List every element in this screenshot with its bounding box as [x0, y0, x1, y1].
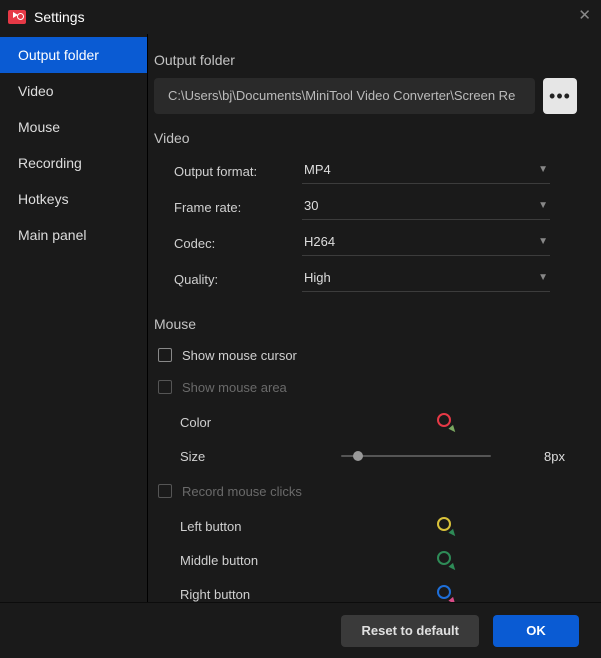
- row-output-format: Output format: MP4 ▼: [174, 156, 577, 186]
- sidebar-item-hotkeys[interactable]: Hotkeys: [0, 181, 147, 217]
- value-quality: High: [304, 270, 331, 285]
- size-value: 8px: [515, 449, 565, 464]
- row-middle-button: Middle button: [180, 548, 577, 572]
- left-button-cursor-icon[interactable]: [437, 517, 455, 535]
- row-record-clicks: Record mouse clicks: [158, 478, 577, 504]
- chevron-down-icon: ▼: [538, 272, 548, 283]
- value-codec: H264: [304, 234, 335, 249]
- label-quality: Quality:: [174, 272, 302, 287]
- sidebar-item-main-panel[interactable]: Main panel: [0, 217, 147, 253]
- select-output-format[interactable]: MP4 ▼: [302, 158, 550, 184]
- right-button-cursor-icon[interactable]: [437, 585, 455, 602]
- label-record-clicks: Record mouse clicks: [182, 484, 302, 499]
- value-frame-rate: 30: [304, 198, 318, 213]
- window-title: Settings: [34, 9, 85, 25]
- sidebar-item-mouse[interactable]: Mouse: [0, 109, 147, 145]
- checkbox-show-area[interactable]: [158, 380, 172, 394]
- row-show-area: Show mouse area: [158, 374, 577, 400]
- sidebar: Output folder Video Mouse Recording Hotk…: [0, 34, 147, 602]
- row-left-button: Left button: [180, 514, 577, 538]
- checkbox-show-cursor[interactable]: [158, 348, 172, 362]
- label-show-cursor: Show mouse cursor: [182, 348, 297, 363]
- section-output-folder: Output folder: [154, 52, 577, 68]
- label-output-format: Output format:: [174, 164, 302, 179]
- content-panel: Output folder C:\Users\bj\Documents\Mini…: [147, 34, 601, 602]
- label-codec: Codec:: [174, 236, 302, 251]
- sidebar-item-video[interactable]: Video: [0, 73, 147, 109]
- row-color: Color: [180, 410, 577, 434]
- ellipsis-icon: •••: [549, 86, 571, 107]
- titlebar: Settings ✕: [0, 0, 601, 34]
- close-icon[interactable]: ✕: [578, 8, 591, 23]
- row-size: Size 8px: [180, 444, 577, 468]
- section-mouse: Mouse: [154, 316, 577, 332]
- select-quality[interactable]: High ▼: [302, 266, 550, 292]
- middle-button-cursor-icon[interactable]: [437, 551, 455, 569]
- size-slider-thumb[interactable]: [353, 451, 363, 461]
- row-right-button: Right button: [180, 582, 577, 602]
- row-codec: Codec: H264 ▼: [174, 228, 577, 258]
- label-size: Size: [180, 449, 326, 464]
- label-color: Color: [180, 415, 326, 430]
- label-frame-rate: Frame rate:: [174, 200, 302, 215]
- output-path-row: C:\Users\bj\Documents\MiniTool Video Con…: [154, 78, 577, 114]
- value-output-format: MP4: [304, 162, 331, 177]
- chevron-down-icon: ▼: [538, 236, 548, 247]
- reset-button[interactable]: Reset to default: [341, 615, 479, 647]
- chevron-down-icon: ▼: [538, 200, 548, 211]
- label-left-button: Left button: [180, 519, 326, 534]
- size-slider[interactable]: [341, 455, 491, 457]
- color-cursor-icon[interactable]: [437, 413, 455, 431]
- label-show-area: Show mouse area: [182, 380, 287, 395]
- sidebar-item-output-folder[interactable]: Output folder: [0, 37, 147, 73]
- row-frame-rate: Frame rate: 30 ▼: [174, 192, 577, 222]
- browse-button[interactable]: •••: [543, 78, 577, 114]
- label-middle-button: Middle button: [180, 553, 326, 568]
- label-right-button: Right button: [180, 587, 326, 602]
- select-frame-rate[interactable]: 30 ▼: [302, 194, 550, 220]
- sidebar-item-recording[interactable]: Recording: [0, 145, 147, 181]
- ok-button[interactable]: OK: [493, 615, 579, 647]
- app-icon: [8, 10, 26, 24]
- select-codec[interactable]: H264 ▼: [302, 230, 550, 256]
- settings-window: Settings ✕ Output folder Video Mouse Rec…: [0, 0, 601, 658]
- row-quality: Quality: High ▼: [174, 264, 577, 294]
- body: Output folder Video Mouse Recording Hotk…: [0, 34, 601, 602]
- checkbox-record-clicks[interactable]: [158, 484, 172, 498]
- chevron-down-icon: ▼: [538, 164, 548, 175]
- footer: Reset to default OK: [0, 602, 601, 658]
- output-path-field[interactable]: C:\Users\bj\Documents\MiniTool Video Con…: [154, 78, 535, 114]
- row-show-cursor: Show mouse cursor: [158, 342, 577, 368]
- section-video: Video: [154, 130, 577, 146]
